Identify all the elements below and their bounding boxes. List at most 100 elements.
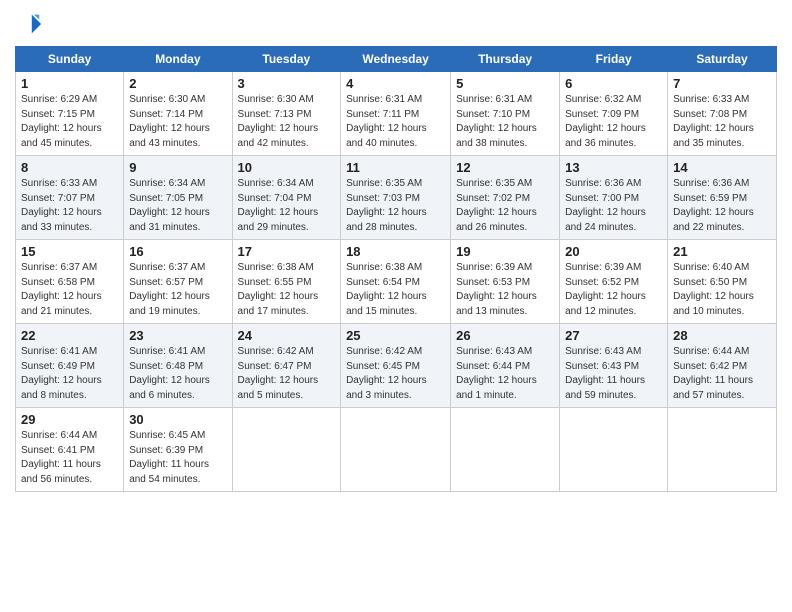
day-info: Sunrise: 6:34 AM Sunset: 7:04 PM Dayligh…: [238, 177, 336, 235]
day-info: Sunrise: 6:32 AM Sunset: 7:09 PM Dayligh…: [565, 93, 662, 151]
day-number: 29: [21, 412, 118, 427]
calendar-week-row: 15 Sunrise: 6:37 AM Sunset: 6:58 PM Dayli…: [16, 240, 777, 324]
calendar-header-row: SundayMondayTuesdayWednesdayThursdayFrid…: [16, 47, 777, 72]
day-number: 15: [21, 244, 118, 259]
day-number: 5: [456, 76, 554, 91]
day-info: Sunrise: 6:35 AM Sunset: 7:03 PM Dayligh…: [346, 177, 445, 235]
day-info: Sunrise: 6:44 AM Sunset: 6:41 PM Dayligh…: [21, 429, 118, 487]
day-number: 6: [565, 76, 662, 91]
calendar-cell: [341, 408, 451, 492]
calendar-cell: 3 Sunrise: 6:30 AM Sunset: 7:13 PM Daylig…: [232, 72, 341, 156]
calendar-cell: 24 Sunrise: 6:42 AM Sunset: 6:47 PM Dayli…: [232, 324, 341, 408]
calendar-cell: 10 Sunrise: 6:34 AM Sunset: 7:04 PM Dayli…: [232, 156, 341, 240]
day-number: 12: [456, 160, 554, 175]
calendar-cell: 19 Sunrise: 6:39 AM Sunset: 6:53 PM Dayli…: [451, 240, 560, 324]
calendar-cell: [232, 408, 341, 492]
day-info: Sunrise: 6:42 AM Sunset: 6:47 PM Dayligh…: [238, 345, 336, 403]
calendar-cell: 29 Sunrise: 6:44 AM Sunset: 6:41 PM Dayli…: [16, 408, 124, 492]
day-info: Sunrise: 6:31 AM Sunset: 7:11 PM Dayligh…: [346, 93, 445, 151]
day-info: Sunrise: 6:41 AM Sunset: 6:49 PM Dayligh…: [21, 345, 118, 403]
day-number: 26: [456, 328, 554, 343]
calendar-cell: 17 Sunrise: 6:38 AM Sunset: 6:55 PM Dayli…: [232, 240, 341, 324]
calendar-cell: 4 Sunrise: 6:31 AM Sunset: 7:11 PM Daylig…: [341, 72, 451, 156]
calendar-cell: 27Sunrise: 6:43 AM Sunset: 6:43 PM Dayli…: [560, 324, 668, 408]
calendar-cell: 22 Sunrise: 6:41 AM Sunset: 6:49 PM Dayli…: [16, 324, 124, 408]
calendar-table: SundayMondayTuesdayWednesdayThursdayFrid…: [15, 46, 777, 492]
day-number: 3: [238, 76, 336, 91]
day-info: Sunrise: 6:38 AM Sunset: 6:55 PM Dayligh…: [238, 261, 336, 319]
day-info: Sunrise: 6:33 AM Sunset: 7:07 PM Dayligh…: [21, 177, 118, 235]
calendar-cell: 6 Sunrise: 6:32 AM Sunset: 7:09 PM Daylig…: [560, 72, 668, 156]
calendar-day-header: Monday: [124, 47, 232, 72]
calendar-cell: [668, 408, 777, 492]
day-number: 10: [238, 160, 336, 175]
day-number: 2: [129, 76, 226, 91]
calendar-cell: 20 Sunrise: 6:39 AM Sunset: 6:52 PM Dayli…: [560, 240, 668, 324]
day-number: 8: [21, 160, 118, 175]
day-info: Sunrise: 6:30 AM Sunset: 7:13 PM Dayligh…: [238, 93, 336, 151]
day-info: Sunrise: 6:38 AM Sunset: 6:54 PM Dayligh…: [346, 261, 445, 319]
calendar-day-header: Saturday: [668, 47, 777, 72]
calendar-cell: 21 Sunrise: 6:40 AM Sunset: 6:50 PM Dayli…: [668, 240, 777, 324]
calendar-cell: 13 Sunrise: 6:36 AM Sunset: 7:00 PM Dayli…: [560, 156, 668, 240]
day-number: 23: [129, 328, 226, 343]
calendar-cell: 25Sunrise: 6:42 AM Sunset: 6:45 PM Dayli…: [341, 324, 451, 408]
day-info: Sunrise: 6:39 AM Sunset: 6:53 PM Dayligh…: [456, 261, 554, 319]
day-number: 18: [346, 244, 445, 259]
day-info: Sunrise: 6:37 AM Sunset: 6:58 PM Dayligh…: [21, 261, 118, 319]
calendar-cell: 5 Sunrise: 6:31 AM Sunset: 7:10 PM Daylig…: [451, 72, 560, 156]
day-info: Sunrise: 6:36 AM Sunset: 7:00 PM Dayligh…: [565, 177, 662, 235]
calendar-cell: 23Sunrise: 6:41 AM Sunset: 6:48 PM Dayli…: [124, 324, 232, 408]
calendar-cell: 9 Sunrise: 6:34 AM Sunset: 7:05 PM Daylig…: [124, 156, 232, 240]
day-info: Sunrise: 6:31 AM Sunset: 7:10 PM Dayligh…: [456, 93, 554, 151]
day-number: 28: [673, 328, 771, 343]
day-number: 11: [346, 160, 445, 175]
day-number: 1: [21, 76, 118, 91]
day-number: 22: [21, 328, 118, 343]
day-info: Sunrise: 6:35 AM Sunset: 7:02 PM Dayligh…: [456, 177, 554, 235]
day-number: 7: [673, 76, 771, 91]
calendar-week-row: 29 Sunrise: 6:44 AM Sunset: 6:41 PM Dayli…: [16, 408, 777, 492]
calendar-cell: 30 Sunrise: 6:45 AM Sunset: 6:39 PM Dayli…: [124, 408, 232, 492]
page-container: SundayMondayTuesdayWednesdayThursdayFrid…: [0, 0, 792, 502]
calendar-cell: 2 Sunrise: 6:30 AM Sunset: 7:14 PM Daylig…: [124, 72, 232, 156]
calendar-cell: 18 Sunrise: 6:38 AM Sunset: 6:54 PM Dayli…: [341, 240, 451, 324]
calendar-cell: 28 Sunrise: 6:44 AM Sunset: 6:42 PM Dayli…: [668, 324, 777, 408]
logo: [15, 10, 47, 38]
day-number: 20: [565, 244, 662, 259]
day-info: Sunrise: 6:29 AM Sunset: 7:15 PM Dayligh…: [21, 93, 118, 151]
day-info: Sunrise: 6:37 AM Sunset: 6:57 PM Dayligh…: [129, 261, 226, 319]
day-number: 24: [238, 328, 336, 343]
calendar-week-row: 1 Sunrise: 6:29 AM Sunset: 7:15 PM Daylig…: [16, 72, 777, 156]
day-number: 14: [673, 160, 771, 175]
calendar-day-header: Friday: [560, 47, 668, 72]
calendar-week-row: 8 Sunrise: 6:33 AM Sunset: 7:07 PM Daylig…: [16, 156, 777, 240]
calendar-cell: 26 Sunrise: 6:43 AM Sunset: 6:44 PM Dayli…: [451, 324, 560, 408]
day-number: 25: [346, 328, 445, 343]
calendar-cell: 12 Sunrise: 6:35 AM Sunset: 7:02 PM Dayli…: [451, 156, 560, 240]
day-info: Sunrise: 6:39 AM Sunset: 6:52 PM Dayligh…: [565, 261, 662, 319]
day-info: Sunrise: 6:30 AM Sunset: 7:14 PM Dayligh…: [129, 93, 226, 151]
calendar-cell: 1 Sunrise: 6:29 AM Sunset: 7:15 PM Daylig…: [16, 72, 124, 156]
day-info: Sunrise: 6:36 AM Sunset: 6:59 PM Dayligh…: [673, 177, 771, 235]
day-number: 9: [129, 160, 226, 175]
calendar-cell: 14 Sunrise: 6:36 AM Sunset: 6:59 PM Dayli…: [668, 156, 777, 240]
day-number: 19: [456, 244, 554, 259]
day-number: 4: [346, 76, 445, 91]
calendar-cell: 16 Sunrise: 6:37 AM Sunset: 6:57 PM Dayli…: [124, 240, 232, 324]
day-number: 21: [673, 244, 771, 259]
day-info: Sunrise: 6:34 AM Sunset: 7:05 PM Dayligh…: [129, 177, 226, 235]
calendar-cell: [560, 408, 668, 492]
day-number: 13: [565, 160, 662, 175]
header: [15, 10, 777, 38]
day-number: 30: [129, 412, 226, 427]
day-info: Sunrise: 6:43 AM Sunset: 6:44 PM Dayligh…: [456, 345, 554, 403]
day-info: Sunrise: 6:33 AM Sunset: 7:08 PM Dayligh…: [673, 93, 771, 151]
calendar-cell: 8 Sunrise: 6:33 AM Sunset: 7:07 PM Daylig…: [16, 156, 124, 240]
day-info: Sunrise: 6:45 AM Sunset: 6:39 PM Dayligh…: [129, 429, 226, 487]
day-number: 27: [565, 328, 662, 343]
day-info: Sunrise: 6:40 AM Sunset: 6:50 PM Dayligh…: [673, 261, 771, 319]
day-info: Sunrise: 6:44 AM Sunset: 6:42 PM Dayligh…: [673, 345, 771, 403]
day-number: 16: [129, 244, 226, 259]
day-number: 17: [238, 244, 336, 259]
